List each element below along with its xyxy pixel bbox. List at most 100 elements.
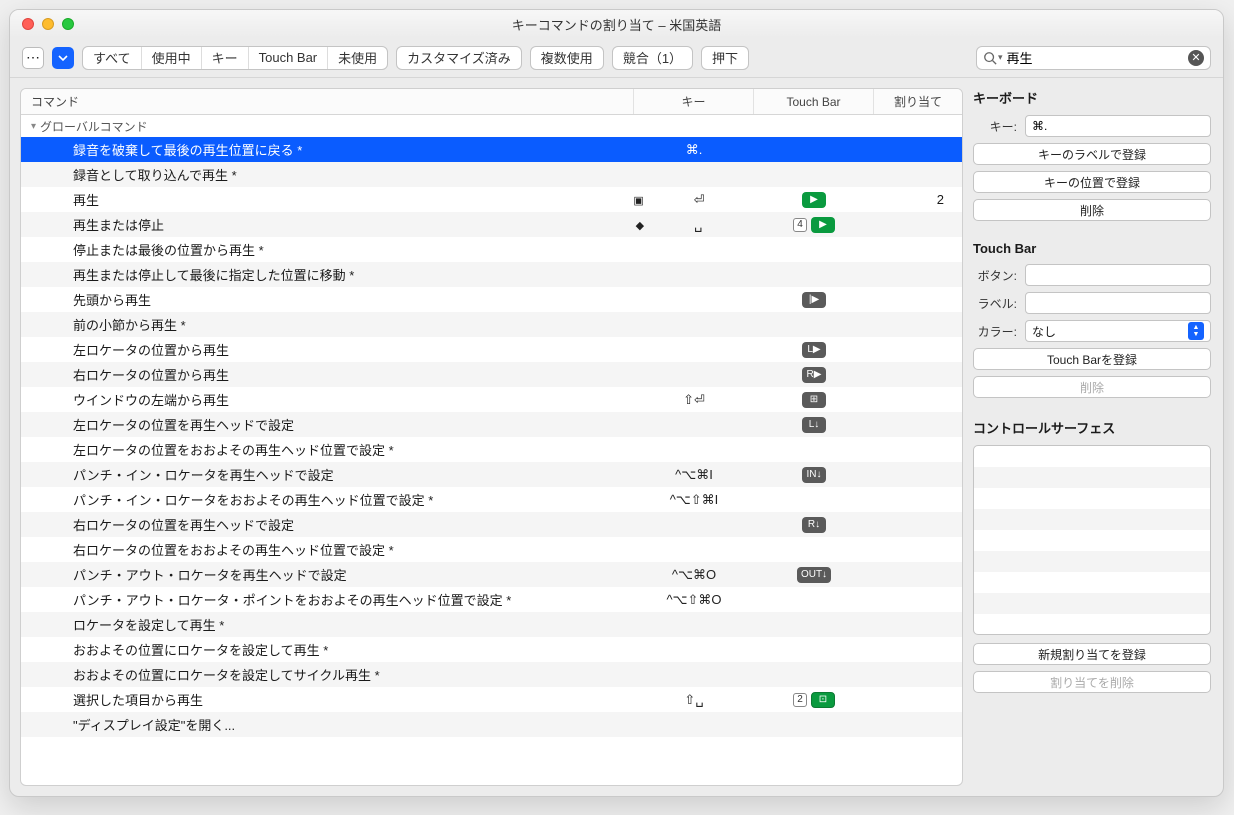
command-cell: 右ロケータの位置を再生ヘッドで設定 xyxy=(21,515,634,534)
table-row[interactable]: おおよその位置にロケータを設定して再生 * xyxy=(21,637,962,662)
surface-learn-button[interactable]: 新規割り当てを登録 xyxy=(973,643,1211,665)
window: キーコマンドの割り当て – 米国英語 ⋯ すべて 使用中 キー Touch Ba… xyxy=(9,9,1224,797)
pressed-button[interactable]: 押下 xyxy=(701,46,749,70)
touchbar-cell: R▶ xyxy=(754,367,874,383)
table-row[interactable]: 再生▣⏎▶2 xyxy=(21,187,962,212)
key-icon: ▣ xyxy=(633,195,643,207)
touchbar-cell: L↓ xyxy=(754,417,874,433)
command-cell: 右ロケータの位置から再生 xyxy=(21,365,634,384)
table-row[interactable]: ロケータを設定して再生 * xyxy=(21,612,962,637)
touchbar-panel: Touch Bar ボタン: ラベル: カラー: なし ▲▼ Touch Bar xyxy=(973,241,1211,404)
multiple-use-button[interactable]: 複数使用 xyxy=(530,46,604,70)
surface-delete-button: 割り当てを削除 xyxy=(973,671,1211,693)
tb-label-field[interactable] xyxy=(1025,292,1211,314)
disclosure-triangle-icon[interactable]: ▾ xyxy=(31,121,36,132)
touchbar-cell: |▶ xyxy=(754,292,874,308)
key-cell: ⇧␣ xyxy=(634,692,754,708)
touchbar-button-icon: L↓ xyxy=(802,417,826,433)
filter-unused[interactable]: 未使用 xyxy=(327,47,387,69)
table-row[interactable]: 先頭から再生 |▶ xyxy=(21,287,962,312)
table-row[interactable]: 右ロケータの位置をおおよその再生ヘッド位置で設定 * xyxy=(21,537,962,562)
table-row[interactable]: 左ロケータの位置をおおよその再生ヘッド位置で設定 * xyxy=(21,437,962,462)
touchbar-button-icon: ⊡ xyxy=(811,692,835,708)
conflict-button[interactable]: 競合（1） xyxy=(612,46,693,70)
table-row[interactable]: ウインドウの左端から再生⇧⏎⊞ xyxy=(21,387,962,412)
preset-dropdown[interactable] xyxy=(52,47,74,69)
table-row[interactable]: パンチ・アウト・ロケータ・ポイントをおおよその再生ヘッド位置で設定 *^⌥⇧⌘O xyxy=(21,587,962,612)
search-input[interactable] xyxy=(1003,50,1188,65)
table-row[interactable]: おおよその位置にロケータを設定してサイクル再生 * xyxy=(21,662,962,687)
titlebar: キーコマンドの割り当て – 米国英語 xyxy=(10,10,1223,38)
minimize-icon[interactable] xyxy=(42,18,54,30)
table-body[interactable]: ▾ グローバルコマンド 録音を破棄して最後の再生位置に戻る * ⌘. 録音として取り… xyxy=(21,115,962,785)
table-row[interactable]: 右ロケータの位置から再生 R▶ xyxy=(21,362,962,387)
command-cell: 選択した項目から再生 xyxy=(21,690,634,709)
table-row[interactable]: 前の小節から再生 * xyxy=(21,312,962,337)
key-cell: ▣⏎ xyxy=(634,192,754,208)
learn-by-position-button[interactable]: キーの位置で登録 xyxy=(973,171,1211,193)
table-row[interactable]: 録音として取り込んで再生 * xyxy=(21,162,962,187)
tb-button-field[interactable] xyxy=(1025,264,1211,286)
table-row[interactable]: 左ロケータの位置を再生ヘッドで設定L↓ xyxy=(21,412,962,437)
command-cell: 再生 xyxy=(21,190,634,209)
touchbar-title: Touch Bar xyxy=(973,241,1211,256)
key-field[interactable] xyxy=(1025,115,1211,137)
close-icon[interactable] xyxy=(22,18,34,30)
touchbar-learn-button[interactable]: Touch Barを登録 xyxy=(973,348,1211,370)
table-row[interactable]: 左ロケータの位置から再生L▶ xyxy=(21,337,962,362)
key-shortcut: ␣ xyxy=(694,217,702,232)
customized-button[interactable]: カスタマイズ済み xyxy=(396,46,522,70)
table-row[interactable]: パンチ・アウト・ロケータを再生ヘッドで設定^⌥⌘OOUT↓ xyxy=(21,562,962,587)
clear-search-icon[interactable]: ✕ xyxy=(1188,50,1204,66)
table-row[interactable]: 右ロケータの位置を再生ヘッドで設定 R↓ xyxy=(21,512,962,537)
search-field[interactable]: ▾ ✕ xyxy=(976,46,1211,70)
touchbar-button-icon: IN↓ xyxy=(802,467,826,483)
command-cell: 再生または停止 xyxy=(21,215,634,234)
tb-color-label: カラー: xyxy=(973,323,1017,340)
command-cell: "ディスプレイ設定"を開く... xyxy=(21,715,634,734)
key-shortcut: ⇧⏎ xyxy=(683,392,705,407)
command-cell: 先頭から再生 xyxy=(21,290,634,309)
col-key[interactable]: キー xyxy=(634,89,754,114)
touchbar-cell: 4▶ xyxy=(754,217,874,233)
filter-touchbar[interactable]: Touch Bar xyxy=(248,47,328,69)
key-cell: ⇧⏎ xyxy=(634,392,754,408)
table-row[interactable]: 選択した項目から再生⇧␣2⊡ xyxy=(21,687,962,712)
table-row[interactable]: 停止または最後の位置から再生 * xyxy=(21,237,962,262)
key-label: キー: xyxy=(973,118,1017,135)
table-row[interactable]: パンチ・イン・ロケータを再生ヘッドで設定^⌥⌘IIN↓ xyxy=(21,462,962,487)
filter-key[interactable]: キー xyxy=(201,47,248,69)
learn-by-label-button[interactable]: キーのラベルで登録 xyxy=(973,143,1211,165)
touchbar-badge-number: 4 xyxy=(793,218,807,232)
keyboard-delete-button[interactable]: 削除 xyxy=(973,199,1211,221)
table-row[interactable]: 再生または停止◆␣4▶ xyxy=(21,212,962,237)
options-menu-icon[interactable]: ⋯ xyxy=(22,47,44,69)
command-cell: おおよその位置にロケータを設定してサイクル再生 * xyxy=(21,665,634,684)
table-row[interactable]: 録音を破棄して最後の再生位置に戻る * ⌘. xyxy=(21,137,962,162)
command-cell: 録音を破棄して最後の再生位置に戻る * xyxy=(21,140,634,159)
touchbar-cell: R↓ xyxy=(754,517,874,533)
col-assignment[interactable]: 割り当て xyxy=(874,89,962,114)
touchbar-cell: L▶ xyxy=(754,342,874,358)
command-cell: パンチ・イン・ロケータをおおよその再生ヘッド位置で設定 * xyxy=(21,490,634,509)
filter-all[interactable]: すべて xyxy=(83,47,141,69)
key-shortcut: ⌘. xyxy=(686,142,703,157)
command-cell: パンチ・アウト・ロケータ・ポイントをおおよその再生ヘッド位置で設定 * xyxy=(21,590,634,609)
col-touchbar[interactable]: Touch Bar xyxy=(754,89,874,114)
select-stepper-icon: ▲▼ xyxy=(1188,322,1204,340)
table-row[interactable]: 再生または停止して最後に指定した位置に移動 * xyxy=(21,262,962,287)
col-command[interactable]: コマンド xyxy=(21,89,634,114)
group-row[interactable]: ▾ グローバルコマンド xyxy=(21,115,962,137)
tb-color-select[interactable]: なし ▲▼ xyxy=(1025,320,1211,342)
touchbar-badge-number: 2 xyxy=(793,693,807,707)
filter-used[interactable]: 使用中 xyxy=(141,47,201,69)
touchbar-cell: 2⊡ xyxy=(754,692,874,708)
table-row[interactable]: パンチ・イン・ロケータをおおよその再生ヘッド位置で設定 *^⌥⇧⌘I xyxy=(21,487,962,512)
command-cell: ウインドウの左端から再生 xyxy=(21,390,634,409)
table-row[interactable]: "ディスプレイ設定"を開く... xyxy=(21,712,962,737)
surface-list[interactable] xyxy=(973,445,1211,635)
touchbar-button-icon: OUT↓ xyxy=(797,567,831,583)
zoom-icon[interactable] xyxy=(62,18,74,30)
keyboard-title: キーボード xyxy=(973,88,1211,107)
inspector-panel: キーボード キー: キーのラベルで登録 キーの位置で登録 削除 Touch Ba… xyxy=(973,78,1223,796)
